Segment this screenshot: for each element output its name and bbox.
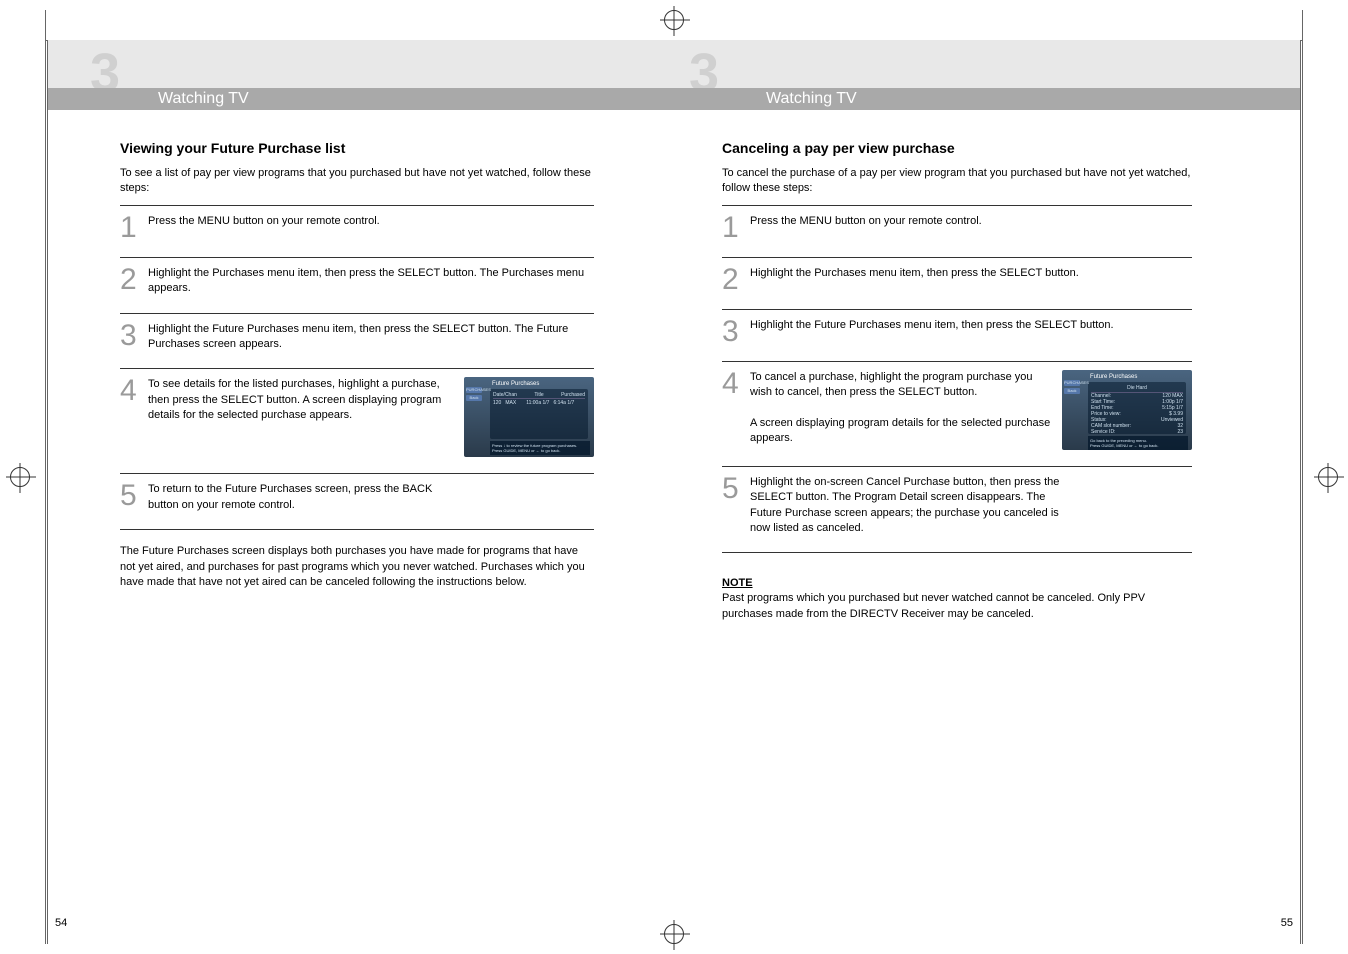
screenshot-footer: Press ↓ to review the future program pur… [490,441,590,455]
screenshot-sidebar-label: PURCHASES [466,387,482,393]
section-title: Viewing your Future Purchase list [120,140,594,156]
step-number: 1 [120,214,142,241]
row-viewed: 6:14a 1/7 [553,400,574,406]
page-number: 55 [1281,917,1293,929]
margin-rule [45,10,46,944]
right-content: Canceling a pay per view purchase To can… [722,140,1192,622]
detail-value: 23 [1177,429,1183,435]
step-3: 3 Highlight the Future Purchases menu it… [722,309,1192,361]
page-spread: 3 Watching TV Viewing your Future Purcha… [0,0,1348,954]
right-page: 3 Watching TV Canceling a pay per view p… [674,0,1348,954]
left-content: Viewing your Future Purchase list To see… [120,140,594,590]
step-number: 3 [722,318,744,345]
step-number: 2 [722,266,744,293]
step-number: 5 [120,482,142,509]
chapter-banner-bg [674,40,1300,88]
step-4: 4 To see details for the listed purchase… [120,368,594,473]
col-header: Title [534,392,543,398]
step-number: 4 [722,370,744,397]
step-number: 1 [722,214,744,241]
steps-list: 1 Press the MENU button on your remote c… [722,205,1192,554]
step-4: 4 To cancel a purchase, highlight the pr… [722,361,1192,466]
screenshot-future-purchases-detail: PURCHASES Back Future Purchases Die Hard… [1062,370,1192,450]
step-2: 2 Highlight the Purchases menu item, the… [120,257,594,313]
step-2: 2 Highlight the Purchases menu item, the… [722,257,1192,309]
section-title: Canceling a pay per view purchase [722,140,1192,156]
screenshot-title: Future Purchases [1090,374,1188,380]
screenshot-panel: Die Hard Channel:120 MAX Start Time:1:00… [1088,382,1186,434]
note-heading: NOTE [722,577,1192,589]
chapter-title: Watching TV [674,88,1300,110]
screenshot-panel: Date/Chan Title Purchased 120 MAX 11:00a… [490,389,588,439]
step-5: 5 Highlight the on-screen Cancel Purchas… [722,466,1192,553]
intro-text: To see a list of pay per view programs t… [120,166,594,197]
step-text: Highlight the on-screen Cancel Purchase … [750,475,1060,537]
left-page: 3 Watching TV Viewing your Future Purcha… [0,0,674,954]
col-header: Date/Chan [493,392,517,398]
screenshot-back-button: Back [1064,388,1080,394]
step-text: Highlight the Future Purchases menu item… [148,322,594,353]
screenshot-back-button: Back [466,395,482,401]
step-text: Press the MENU button on your remote con… [148,214,594,229]
chapter-title: Watching TV [48,88,674,110]
margin-rule [1302,10,1303,944]
screenshot-footer: Go back to the preceding menu. Press GUI… [1088,436,1188,450]
screenshot-title: Future Purchases [492,381,590,387]
step-number: 2 [120,266,142,293]
chapter-banner-bg [48,40,674,88]
row-chan: 120 [493,400,501,406]
col-header: Purchased [561,392,585,398]
step-5: 5 To return to the Future Purchases scre… [120,473,594,529]
step-1: 1 Press the MENU button on your remote c… [120,205,594,257]
step-number: 3 [120,322,142,349]
step-text-part2: A screen displaying program details for … [750,417,1050,444]
intro-text: To cancel the purchase of a pay per view… [722,166,1192,197]
step-text: Highlight the Future Purchases menu item… [750,318,1192,333]
step-3: 3 Highlight the Future Purchases menu it… [120,313,594,369]
step-text: Highlight the Purchases menu item, then … [148,266,594,297]
step-text: To see details for the listed purchases,… [148,377,454,423]
margin-rule-inner [47,40,48,944]
detail-label: Service ID: [1091,429,1115,435]
footer-paragraph: The Future Purchases screen displays bot… [120,544,594,590]
steps-list: 1 Press the MENU button on your remote c… [120,205,594,530]
note-text: Past programs which you purchased but ne… [722,591,1192,622]
step-number: 5 [722,475,744,502]
screenshot-heading: Die Hard [1091,385,1183,393]
page-number: 54 [55,917,67,929]
screenshot-footer-line2: Press GUIDE, MENU or ← to go back. [1090,443,1186,448]
step-text: To cancel a purchase, highlight the prog… [750,370,1052,447]
row-title: MAX [505,400,516,406]
screenshot-footer-line2: Press GUIDE, MENU or ← to go back. [492,448,588,453]
margin-rule-inner [1300,40,1301,944]
step-text: Press the MENU button on your remote con… [750,214,1192,229]
screenshot-sidebar-label: PURCHASES [1064,380,1080,386]
row-start: 11:00a 1/7 [526,400,549,406]
screenshot-future-purchases-list: PURCHASES Back Future Purchases Date/Cha… [464,377,594,457]
step-text: To return to the Future Purchases screen… [148,482,458,513]
step-text: Highlight the Purchases menu item, then … [750,266,1192,281]
step-number: 4 [120,377,142,404]
step-1: 1 Press the MENU button on your remote c… [722,205,1192,257]
step-text-part1: To cancel a purchase, highlight the prog… [750,371,1033,398]
